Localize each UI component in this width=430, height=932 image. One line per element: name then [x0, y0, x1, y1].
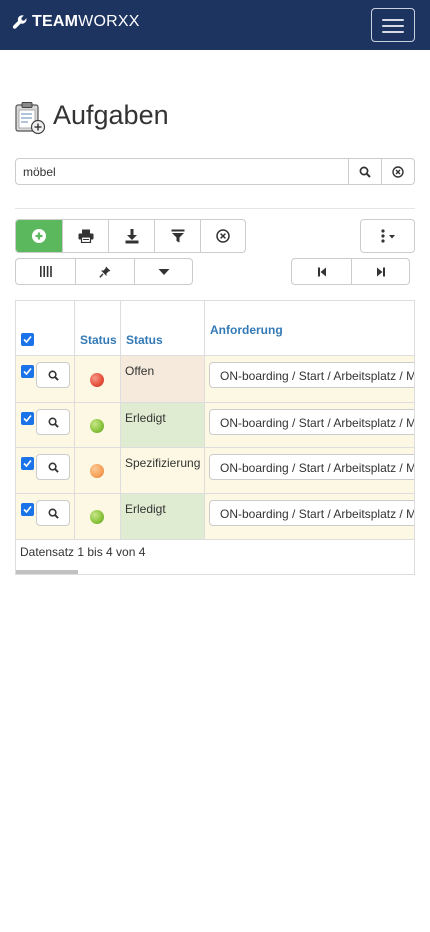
pin-icon	[99, 266, 111, 278]
search-input[interactable]	[16, 159, 348, 184]
skip-back-icon	[317, 267, 326, 276]
search-icon	[48, 508, 59, 519]
search-icon	[359, 166, 371, 178]
view-details-button[interactable]	[36, 454, 70, 480]
status-text: Offen	[125, 364, 155, 378]
clear-search-button[interactable]	[381, 159, 414, 184]
anforderung-field[interactable]: ON-boarding / Start / Arbeitsplatz / M	[209, 500, 414, 526]
view-details-button[interactable]	[36, 362, 70, 388]
filter-button[interactable]	[154, 220, 200, 252]
download-icon	[125, 228, 138, 243]
columns-button[interactable]	[16, 259, 75, 284]
anforderung-field[interactable]: ON-boarding / Start / Arbeitsplatz / M	[209, 362, 414, 388]
checkmark-icon	[23, 367, 32, 376]
table-row[interactable]: Offen ON-boarding / Start / Arbeitsplatz…	[16, 355, 414, 402]
row-checkbox[interactable]	[21, 412, 34, 425]
anforderung-field[interactable]: ON-boarding / Start / Arbeitsplatz / M	[209, 454, 414, 480]
checkmark-icon	[23, 335, 32, 344]
column-header-label: Anforderung	[210, 323, 283, 337]
tasks-table: Status Status Anforderung Offen ON-board…	[15, 300, 415, 575]
tasks-clipboard-icon	[15, 102, 46, 135]
status-indicator-green	[90, 419, 104, 433]
view-details-button[interactable]	[36, 409, 70, 435]
last-page-button[interactable]	[351, 259, 409, 284]
select-all-checkbox[interactable]	[21, 333, 34, 346]
status-text: Spezifizierung	[125, 456, 201, 470]
status-indicator-green	[90, 510, 104, 524]
column-header-status-icon[interactable]: Status	[75, 301, 121, 355]
vertical-dots-icon	[380, 229, 395, 243]
divider	[15, 208, 415, 209]
skip-forward-icon	[376, 267, 385, 276]
horizontal-scrollbar[interactable]	[16, 570, 78, 574]
row-checkbox[interactable]	[21, 457, 34, 470]
brand-name-bold: TEAM	[32, 13, 79, 30]
checkmark-icon	[23, 459, 32, 468]
view-dropdown-button[interactable]	[134, 259, 192, 284]
brand-name-light: WORXX	[78, 13, 140, 30]
select-all-header	[16, 301, 75, 355]
pagination	[291, 258, 410, 285]
first-page-button[interactable]	[292, 259, 351, 284]
search-icon	[48, 462, 59, 473]
columns-icon	[39, 266, 52, 277]
print-button[interactable]	[62, 220, 108, 252]
column-header-status[interactable]: Status	[121, 301, 205, 355]
column-header-label: Status	[80, 333, 117, 347]
action-toolbar	[15, 219, 246, 253]
status-indicator-orange	[90, 464, 104, 478]
search-bar	[15, 158, 415, 185]
clear-circle-icon	[216, 229, 230, 243]
more-options-dropdown[interactable]	[360, 219, 415, 253]
anforderung-field[interactable]: ON-boarding / Start / Arbeitsplatz / M	[209, 409, 414, 435]
status-text: Erledigt	[125, 502, 166, 516]
print-icon	[78, 229, 93, 243]
menu-toggle-button[interactable]	[371, 8, 415, 42]
download-button[interactable]	[108, 220, 154, 252]
clear-circle-icon	[392, 165, 404, 178]
table-row[interactable]: Erledigt ON-boarding / Start / Arbeitspl…	[16, 493, 414, 539]
reset-filter-button[interactable]	[200, 220, 245, 252]
table-row[interactable]: Spezifizierung ON-boarding / Start / Arb…	[16, 447, 414, 493]
row-checkbox[interactable]	[21, 503, 34, 516]
view-details-button[interactable]	[36, 500, 70, 526]
search-icon	[48, 417, 59, 428]
view-toolbar	[15, 258, 193, 285]
checkmark-icon	[23, 505, 32, 514]
row-checkbox[interactable]	[21, 365, 34, 378]
top-navbar: TEAM WORXX	[0, 0, 430, 50]
table-row[interactable]: Erledigt ON-boarding / Start / Arbeitspl…	[16, 402, 414, 447]
add-circle-icon	[32, 229, 46, 243]
checkmark-icon	[23, 414, 32, 423]
status-indicator-red	[90, 373, 104, 387]
page-title: Aufgaben	[53, 100, 169, 130]
brand-logo[interactable]: TEAM WORXX	[12, 13, 140, 31]
column-header-label: Status	[126, 333, 163, 347]
pin-button[interactable]	[75, 259, 134, 284]
column-header-anforderung[interactable]: Anforderung	[205, 301, 414, 355]
caret-down-icon	[158, 268, 169, 275]
more-options-button[interactable]	[361, 220, 414, 252]
add-button[interactable]	[16, 220, 62, 252]
status-text: Erledigt	[125, 411, 166, 425]
record-count: Datensatz 1 bis 4 von 4	[20, 545, 146, 559]
search-icon	[48, 370, 59, 381]
filter-icon	[171, 229, 184, 243]
wrench-icon	[12, 15, 27, 29]
search-button[interactable]	[348, 159, 381, 184]
